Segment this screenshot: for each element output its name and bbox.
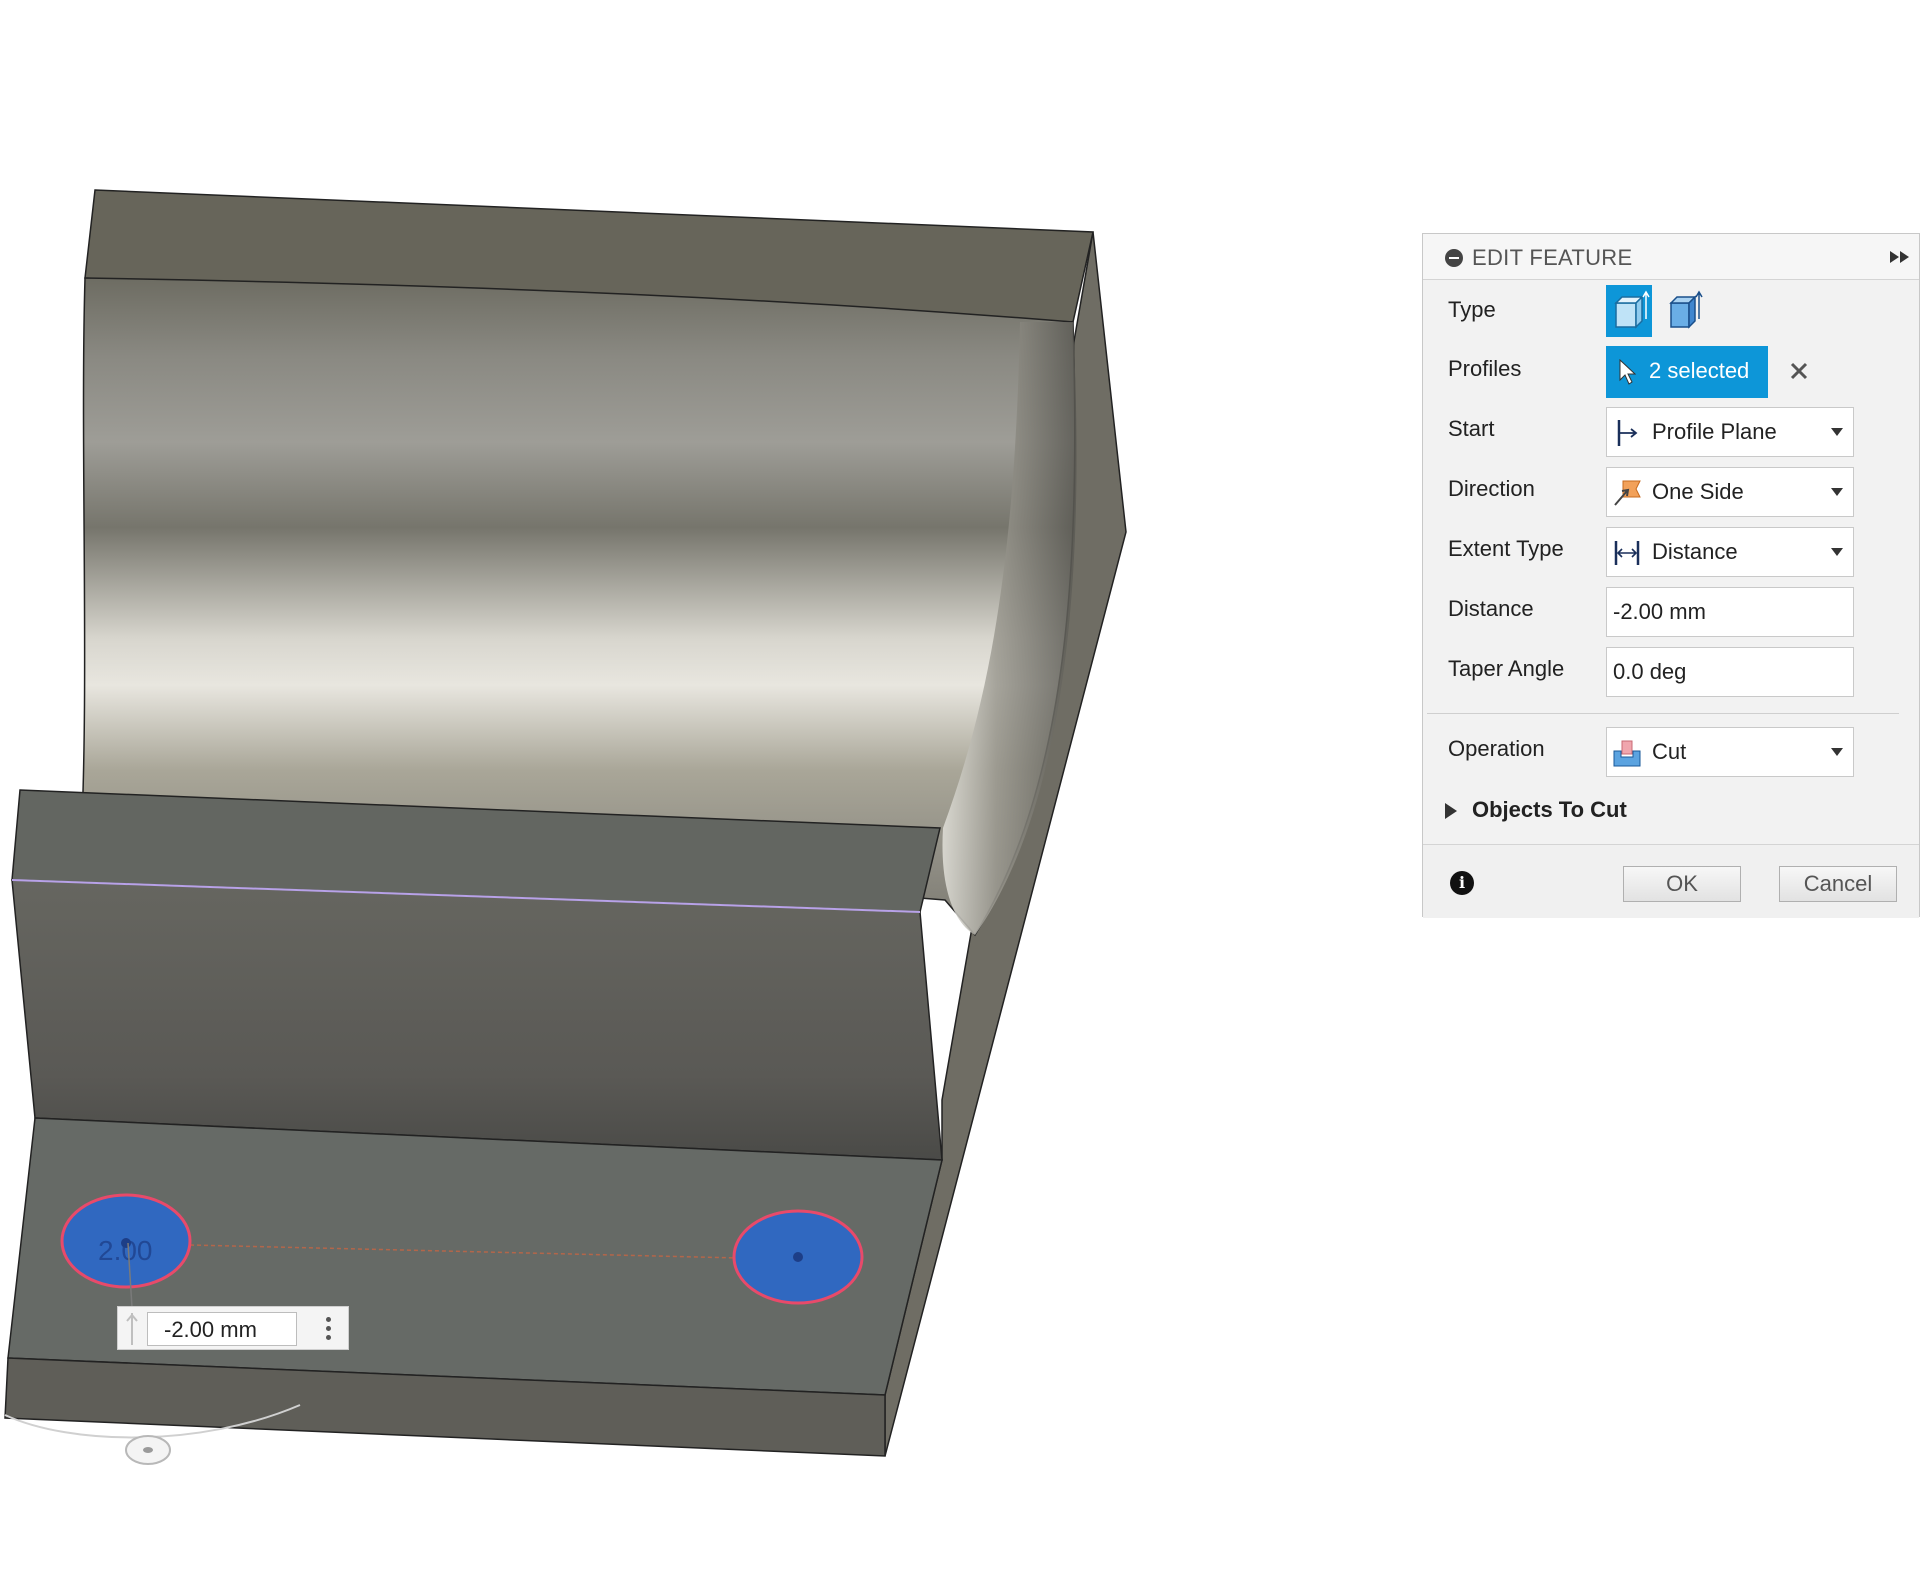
- type-label: Type: [1448, 297, 1496, 322]
- chevron-down-icon: [1831, 748, 1843, 756]
- cut-icon: [1613, 740, 1641, 767]
- distance-value: -2.00 mm: [1613, 599, 1706, 624]
- taper-angle-value: 0.0 deg: [1613, 659, 1687, 684]
- more-options-icon[interactable]: [326, 1317, 332, 1343]
- panel-footer: i OK Cancel: [1423, 844, 1919, 918]
- model-step-wall: [11, 879, 943, 1161]
- direction-label: Direction: [1448, 476, 1535, 501]
- edit-feature-panel: EDIT FEATURE Type Profiles 2 selected St…: [1422, 233, 1920, 918]
- start-value: Profile Plane: [1652, 419, 1777, 444]
- start-label: Start: [1448, 416, 1495, 441]
- chevron-down-icon: [1831, 488, 1843, 496]
- drag-handle-icon[interactable]: [124, 1313, 140, 1345]
- separator: [1427, 713, 1899, 714]
- profiles-selection-button[interactable]: 2 selected: [1606, 346, 1768, 398]
- start-dropdown[interactable]: Profile Plane: [1606, 407, 1854, 457]
- thin-extrude-icon: [1669, 290, 1703, 329]
- chevron-down-icon: [1831, 428, 1843, 436]
- extent-type-value: Distance: [1652, 539, 1738, 564]
- collapse-icon[interactable]: [1445, 249, 1463, 267]
- distance-manipulator-input[interactable]: -2.00 mm: [147, 1312, 297, 1346]
- expand-panel-icon[interactable]: [1889, 249, 1911, 265]
- distance-manipulator: -2.00 mm: [117, 1306, 349, 1350]
- extrude-solid-icon: [1614, 290, 1650, 329]
- type-thin-extrude-button[interactable]: [1663, 289, 1703, 333]
- pivot-handle[interactable]: [125, 1435, 171, 1465]
- extent-type-label: Extent Type: [1448, 536, 1564, 561]
- taper-angle-input[interactable]: 0.0 deg: [1606, 647, 1854, 697]
- operation-value: Cut: [1652, 739, 1687, 764]
- profiles-selection-count: 2 selected: [1649, 358, 1750, 383]
- chevron-down-icon: [1831, 548, 1843, 556]
- extent-type-dropdown[interactable]: Distance: [1606, 527, 1854, 577]
- operation-label: Operation: [1448, 736, 1545, 761]
- select-cursor-icon: [1619, 359, 1636, 385]
- distance-icon: [1614, 541, 1640, 565]
- operation-dropdown[interactable]: Cut: [1606, 727, 1854, 777]
- dimension-label: 2.00: [98, 1235, 153, 1266]
- profiles-label: Profiles: [1448, 356, 1522, 381]
- panel-title: EDIT FEATURE: [1472, 245, 1633, 270]
- info-icon[interactable]: i: [1450, 871, 1474, 895]
- expand-triangle-icon[interactable]: [1445, 803, 1457, 819]
- distance-input[interactable]: -2.00 mm: [1606, 587, 1854, 637]
- distance-manipulator-value: -2.00 mm: [164, 1317, 257, 1342]
- ok-button[interactable]: OK: [1623, 866, 1741, 902]
- direction-dropdown[interactable]: One Side: [1606, 467, 1854, 517]
- direction-value: One Side: [1652, 479, 1744, 504]
- clear-selection-icon[interactable]: [1786, 358, 1812, 384]
- profile-plane-icon: [1617, 420, 1638, 446]
- taper-angle-label: Taper Angle: [1448, 656, 1565, 681]
- type-extrude-button[interactable]: [1606, 285, 1652, 337]
- cancel-button[interactable]: Cancel: [1779, 866, 1897, 902]
- one-side-icon: [1614, 480, 1641, 506]
- distance-label: Distance: [1448, 596, 1534, 621]
- objects-to-cut-group[interactable]: Objects To Cut: [1472, 797, 1627, 823]
- profile-center-right: [793, 1252, 803, 1262]
- panel-header: EDIT FEATURE: [1423, 234, 1919, 280]
